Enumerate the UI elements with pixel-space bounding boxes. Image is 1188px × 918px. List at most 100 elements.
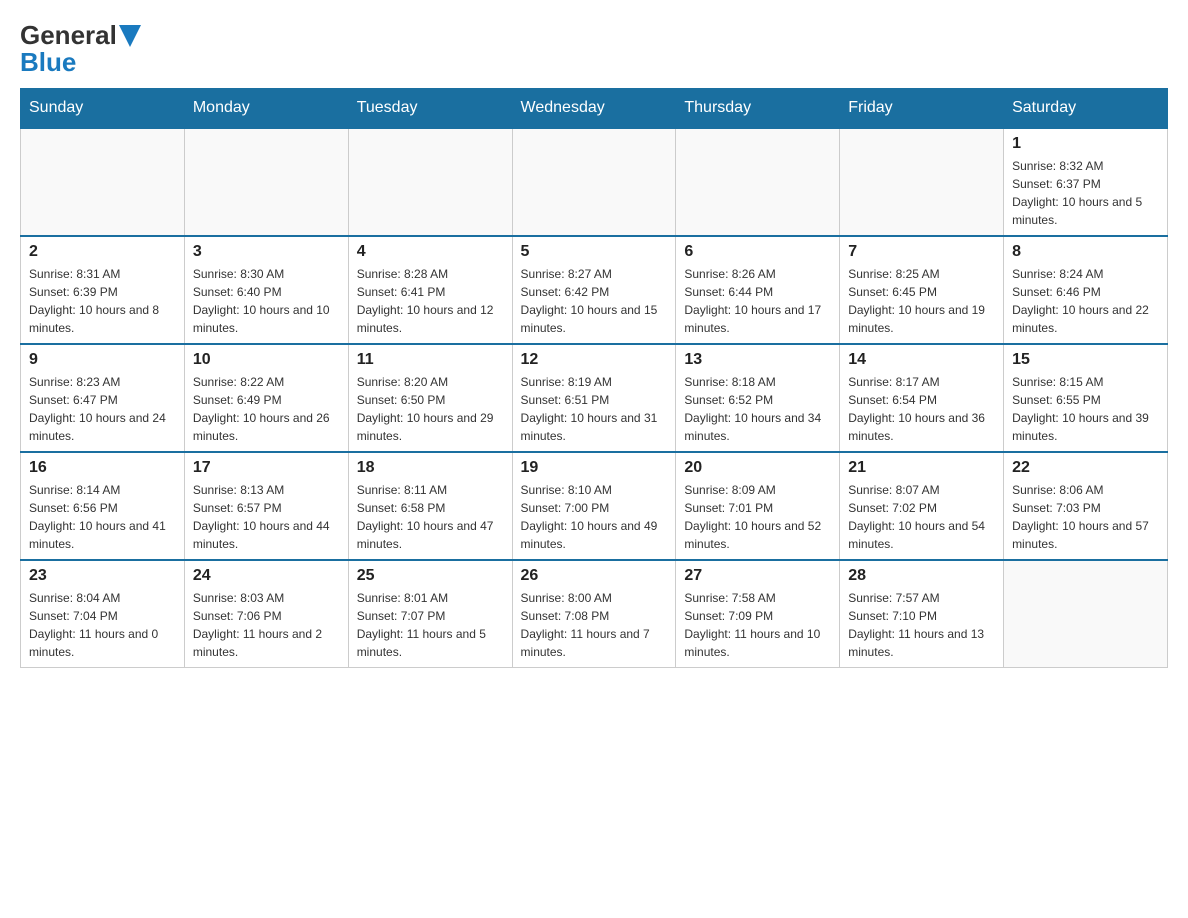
logo: GeneralBlue [20, 20, 141, 78]
day-number: 13 [684, 351, 831, 369]
calendar-cell: 23 Sunrise: 8:04 AMSunset: 7:04 PMDayligh… [21, 560, 185, 668]
day-number: 23 [29, 567, 176, 585]
page-header: GeneralBlue [20, 20, 1168, 78]
day-number: 8 [1012, 243, 1159, 261]
calendar-week-row: 2 Sunrise: 8:31 AMSunset: 6:39 PMDaylight… [21, 236, 1168, 344]
day-number: 12 [521, 351, 668, 369]
weekday-header-monday: Monday [184, 89, 348, 129]
calendar-cell: 10 Sunrise: 8:22 AMSunset: 6:49 PMDayligh… [184, 344, 348, 452]
day-info: Sunrise: 8:06 AMSunset: 7:03 PMDaylight:… [1012, 481, 1159, 553]
weekday-header-friday: Friday [840, 89, 1004, 129]
calendar-cell [840, 128, 1004, 236]
day-info: Sunrise: 7:58 AMSunset: 7:09 PMDaylight:… [684, 589, 831, 661]
day-number: 6 [684, 243, 831, 261]
day-info: Sunrise: 8:09 AMSunset: 7:01 PMDaylight:… [684, 481, 831, 553]
calendar-cell [184, 128, 348, 236]
day-info: Sunrise: 8:30 AMSunset: 6:40 PMDaylight:… [193, 265, 340, 337]
day-info: Sunrise: 7:57 AMSunset: 7:10 PMDaylight:… [848, 589, 995, 661]
day-number: 7 [848, 243, 995, 261]
calendar-cell: 27 Sunrise: 7:58 AMSunset: 7:09 PMDayligh… [676, 560, 840, 668]
day-info: Sunrise: 8:03 AMSunset: 7:06 PMDaylight:… [193, 589, 340, 661]
calendar-cell: 24 Sunrise: 8:03 AMSunset: 7:06 PMDayligh… [184, 560, 348, 668]
day-number: 24 [193, 567, 340, 585]
calendar-cell: 4 Sunrise: 8:28 AMSunset: 6:41 PMDaylight… [348, 236, 512, 344]
day-info: Sunrise: 8:31 AMSunset: 6:39 PMDaylight:… [29, 265, 176, 337]
day-info: Sunrise: 8:17 AMSunset: 6:54 PMDaylight:… [848, 373, 995, 445]
day-number: 19 [521, 459, 668, 477]
day-number: 20 [684, 459, 831, 477]
day-info: Sunrise: 8:18 AMSunset: 6:52 PMDaylight:… [684, 373, 831, 445]
weekday-header-wednesday: Wednesday [512, 89, 676, 129]
day-info: Sunrise: 8:22 AMSunset: 6:49 PMDaylight:… [193, 373, 340, 445]
calendar-cell [348, 128, 512, 236]
calendar-cell: 11Sunrise: 8:20 AMSunset: 6:50 PMDayligh… [348, 344, 512, 452]
day-number: 15 [1012, 351, 1159, 369]
calendar-cell: 21 Sunrise: 8:07 AMSunset: 7:02 PMDayligh… [840, 452, 1004, 560]
calendar-cell: 6 Sunrise: 8:26 AMSunset: 6:44 PMDaylight… [676, 236, 840, 344]
calendar-cell: 19 Sunrise: 8:10 AMSunset: 7:00 PMDayligh… [512, 452, 676, 560]
day-info: Sunrise: 8:11 AMSunset: 6:58 PMDaylight:… [357, 481, 504, 553]
day-info: Sunrise: 8:00 AMSunset: 7:08 PMDaylight:… [521, 589, 668, 661]
calendar-cell: 25 Sunrise: 8:01 AMSunset: 7:07 PMDayligh… [348, 560, 512, 668]
calendar-cell [512, 128, 676, 236]
day-number: 18 [357, 459, 504, 477]
day-number: 28 [848, 567, 995, 585]
day-number: 17 [193, 459, 340, 477]
day-number: 5 [521, 243, 668, 261]
calendar-cell: 12 Sunrise: 8:19 AMSunset: 6:51 PMDayligh… [512, 344, 676, 452]
calendar-cell: 8 Sunrise: 8:24 AMSunset: 6:46 PMDaylight… [1004, 236, 1168, 344]
calendar-cell: 14 Sunrise: 8:17 AMSunset: 6:54 PMDayligh… [840, 344, 1004, 452]
calendar-week-row: 16 Sunrise: 8:14 AMSunset: 6:56 PMDayligh… [21, 452, 1168, 560]
day-info: Sunrise: 8:19 AMSunset: 6:51 PMDaylight:… [521, 373, 668, 445]
day-number: 16 [29, 459, 176, 477]
day-info: Sunrise: 8:07 AMSunset: 7:02 PMDaylight:… [848, 481, 995, 553]
calendar-cell: 28 Sunrise: 7:57 AMSunset: 7:10 PMDayligh… [840, 560, 1004, 668]
day-info: Sunrise: 8:14 AMSunset: 6:56 PMDaylight:… [29, 481, 176, 553]
day-info: Sunrise: 8:24 AMSunset: 6:46 PMDaylight:… [1012, 265, 1159, 337]
calendar-cell: 17Sunrise: 8:13 AMSunset: 6:57 PMDayligh… [184, 452, 348, 560]
calendar-cell: 20 Sunrise: 8:09 AMSunset: 7:01 PMDayligh… [676, 452, 840, 560]
day-number: 9 [29, 351, 176, 369]
calendar-cell: 26 Sunrise: 8:00 AMSunset: 7:08 PMDayligh… [512, 560, 676, 668]
day-number: 26 [521, 567, 668, 585]
day-number: 21 [848, 459, 995, 477]
weekday-header-sunday: Sunday [21, 89, 185, 129]
calendar-cell: 9 Sunrise: 8:23 AMSunset: 6:47 PMDaylight… [21, 344, 185, 452]
day-number: 2 [29, 243, 176, 261]
calendar-cell: 15 Sunrise: 8:15 AMSunset: 6:55 PMDayligh… [1004, 344, 1168, 452]
calendar-week-row: 23 Sunrise: 8:04 AMSunset: 7:04 PMDayligh… [21, 560, 1168, 668]
day-number: 10 [193, 351, 340, 369]
day-info: Sunrise: 8:15 AMSunset: 6:55 PMDaylight:… [1012, 373, 1159, 445]
calendar-cell [676, 128, 840, 236]
day-info: Sunrise: 8:25 AMSunset: 6:45 PMDaylight:… [848, 265, 995, 337]
calendar-cell: 5Sunrise: 8:27 AMSunset: 6:42 PMDaylight… [512, 236, 676, 344]
calendar-cell: 2 Sunrise: 8:31 AMSunset: 6:39 PMDaylight… [21, 236, 185, 344]
calendar-cell: 1Sunrise: 8:32 AMSunset: 6:37 PMDaylight… [1004, 128, 1168, 236]
day-info: Sunrise: 8:26 AMSunset: 6:44 PMDaylight:… [684, 265, 831, 337]
day-number: 27 [684, 567, 831, 585]
day-number: 3 [193, 243, 340, 261]
day-info: Sunrise: 8:28 AMSunset: 6:41 PMDaylight:… [357, 265, 504, 337]
day-number: 22 [1012, 459, 1159, 477]
day-info: Sunrise: 8:32 AMSunset: 6:37 PMDaylight:… [1012, 157, 1159, 229]
day-info: Sunrise: 8:04 AMSunset: 7:04 PMDaylight:… [29, 589, 176, 661]
logo-blue-text: Blue [20, 47, 76, 78]
day-info: Sunrise: 8:01 AMSunset: 7:07 PMDaylight:… [357, 589, 504, 661]
weekday-header-tuesday: Tuesday [348, 89, 512, 129]
calendar-cell: 18 Sunrise: 8:11 AMSunset: 6:58 PMDayligh… [348, 452, 512, 560]
calendar-table: SundayMondayTuesdayWednesdayThursdayFrid… [20, 88, 1168, 668]
calendar-week-row: 9 Sunrise: 8:23 AMSunset: 6:47 PMDaylight… [21, 344, 1168, 452]
calendar-cell [21, 128, 185, 236]
calendar-cell: 3 Sunrise: 8:30 AMSunset: 6:40 PMDaylight… [184, 236, 348, 344]
weekday-header-thursday: Thursday [676, 89, 840, 129]
day-number: 25 [357, 567, 504, 585]
day-number: 4 [357, 243, 504, 261]
calendar-cell: 16 Sunrise: 8:14 AMSunset: 6:56 PMDayligh… [21, 452, 185, 560]
day-number: 14 [848, 351, 995, 369]
weekday-header-row: SundayMondayTuesdayWednesdayThursdayFrid… [21, 89, 1168, 129]
day-info: Sunrise: 8:10 AMSunset: 7:00 PMDaylight:… [521, 481, 668, 553]
day-number: 11 [357, 351, 504, 369]
calendar-cell: 13 Sunrise: 8:18 AMSunset: 6:52 PMDayligh… [676, 344, 840, 452]
logo-triangle-icon [119, 25, 141, 47]
day-info: Sunrise: 8:23 AMSunset: 6:47 PMDaylight:… [29, 373, 176, 445]
